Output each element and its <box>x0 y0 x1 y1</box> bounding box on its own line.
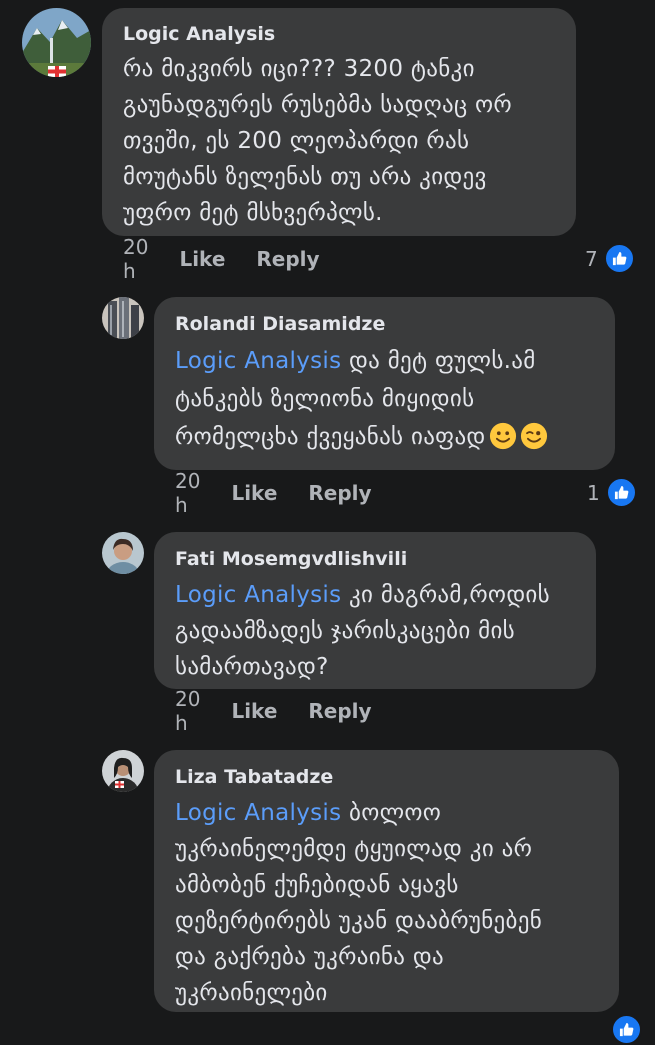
comment-text-line: Logic Analysis კი მაგრამ,როდის <box>175 577 576 613</box>
avatar[interactable] <box>22 8 91 77</box>
comment-actions: 20 h Like Reply <box>123 235 351 283</box>
comment-text-line: რომელცხა ქვეყანას იაფად <box>175 418 595 456</box>
comment-author[interactable]: Liza Tabatadze <box>175 765 599 789</box>
comment-text-line: უკრაინელები <box>175 980 328 1006</box>
comment-text-line: თვეში, ეს 200 ლეოპარდი რას <box>123 128 470 154</box>
avatar[interactable] <box>102 297 144 339</box>
like-button[interactable]: Like <box>231 481 277 505</box>
comment-bubble: Logic Analysis რა მიკვირს იცი??? 3200 ტა… <box>102 8 576 236</box>
comment-author[interactable]: Rolandi Diasamidze <box>175 312 595 336</box>
comment-text-line: დეზერტირებს უკან დააბრუნებენ <box>175 908 543 934</box>
reaction-summary[interactable]: 7 <box>585 243 635 274</box>
comment-text-segment: და მეტ ფულს.ამ <box>341 348 536 374</box>
comment-timestamp[interactable]: 20 h <box>175 469 200 517</box>
comment-text-line: მოუტანს ზელენას თუ არა კიდევ <box>123 164 487 190</box>
comment-text-line: რა მიკვირს იცი??? 3200 ტანკი <box>123 56 475 82</box>
comment-actions: 20 h Like Reply <box>175 469 403 517</box>
winking-face-emoji-icon <box>520 422 547 450</box>
thumbs-up-icon <box>603 243 635 274</box>
comment-text: Logic Analysis და მეტ ფულს.ამ ტანკებს ზე… <box>175 342 595 456</box>
reaction-count: 7 <box>585 246 598 271</box>
comment-text-line: ტანკებს ზელიონა მიყიდის <box>175 386 475 412</box>
comment-text-line: უკრაინელემდე ტყუილად კი არ <box>175 836 533 862</box>
comment-text-line: უფრო მეტ მსხვერპლს. <box>123 200 383 226</box>
thumbs-up-icon[interactable] <box>611 1014 642 1045</box>
avatar[interactable] <box>102 750 144 792</box>
comment-author[interactable]: Logic Analysis <box>123 22 556 46</box>
thumbs-up-icon <box>605 477 637 508</box>
comment-text: Logic Analysis კი მაგრამ,როდის გადაამზად… <box>175 577 576 685</box>
comment-text-line: გაუნადგურეს რუსებმა სადღაც ორ <box>123 92 512 118</box>
reaction-count: 1 <box>587 480 600 505</box>
reaction-summary[interactable]: 1 <box>587 477 637 508</box>
avatar[interactable] <box>102 532 144 574</box>
comment-actions: 20 h Like Reply <box>175 687 403 735</box>
mention-link[interactable]: Logic Analysis <box>175 800 341 826</box>
comment-text-segment: რომელცხა ქვეყანას იაფად <box>175 424 486 450</box>
comment-text-line: Logic Analysis ბოლოო <box>175 795 599 831</box>
comment-text-line: გადაამზადეს ჯარისკაცები მის <box>175 618 515 644</box>
comment-text-segment: კი მაგრამ,როდის <box>341 582 550 608</box>
comment-text: რა მიკვირს იცი??? 3200 ტანკი გაუნადგურეს… <box>123 51 556 231</box>
comment-bubble: Fati Mosemgvdlishvili Logic Analysis კი … <box>154 532 596 689</box>
comment-text-line: სამართავად? <box>175 654 329 680</box>
comment-text-line: და გაქრება უკრაინა და <box>175 944 444 970</box>
reply-button[interactable]: Reply <box>308 699 371 723</box>
comment-author[interactable]: Fati Mosemgvdlishvili <box>175 547 576 571</box>
reply-button[interactable]: Reply <box>308 481 371 505</box>
mention-link[interactable]: Logic Analysis <box>175 348 341 374</box>
comment-bubble: Rolandi Diasamidze Logic Analysis და მეტ… <box>154 297 615 470</box>
like-button[interactable]: Like <box>179 247 225 271</box>
comment-timestamp[interactable]: 20 h <box>123 235 148 283</box>
comment-timestamp[interactable]: 20 h <box>175 687 200 735</box>
comment-text: Logic Analysis ბოლოო უკრაინელემდე ტყუილა… <box>175 795 599 1011</box>
comment-text-line: ამბობენ ქუჩებიდან აყავს <box>175 872 459 898</box>
reply-button[interactable]: Reply <box>256 247 319 271</box>
comment-text-line: Logic Analysis და მეტ ფულს.ამ <box>175 342 595 380</box>
comment-text-segment: ბოლოო <box>341 800 442 826</box>
slightly-smiling-face-emoji-icon <box>489 422 516 450</box>
comment-bubble: Liza Tabatadze Logic Analysis ბოლოო უკრა… <box>154 750 619 1012</box>
like-button[interactable]: Like <box>231 699 277 723</box>
mention-link[interactable]: Logic Analysis <box>175 582 341 608</box>
